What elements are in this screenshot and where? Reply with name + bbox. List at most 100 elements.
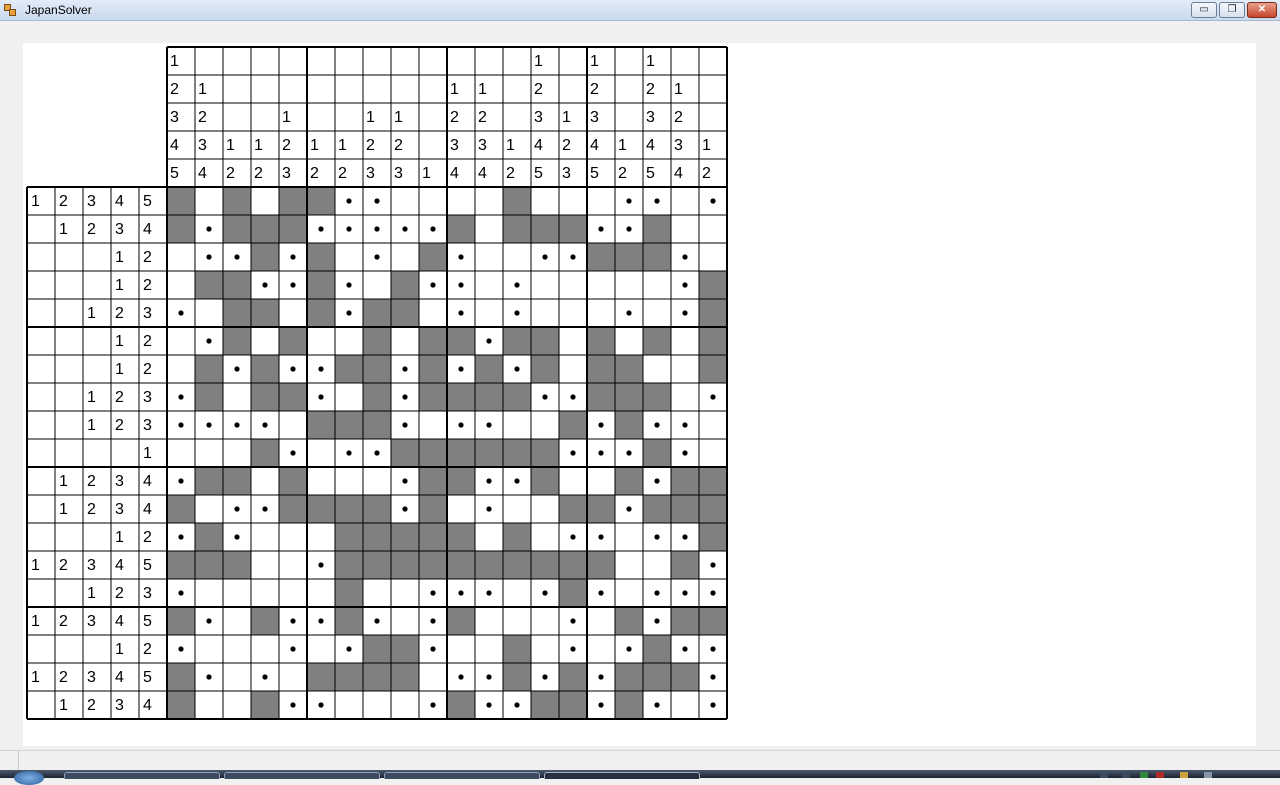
grid-cell[interactable]	[643, 215, 671, 243]
grid-cell[interactable]	[251, 579, 279, 607]
title-bar[interactable]: JapanSolver ▭ ❐ ✕	[0, 0, 1280, 21]
grid-cell[interactable]	[531, 271, 559, 299]
grid-cell[interactable]	[671, 551, 699, 579]
grid-cell[interactable]	[223, 271, 251, 299]
grid-cell[interactable]	[363, 271, 391, 299]
grid-cell[interactable]	[419, 383, 447, 411]
grid-cell[interactable]	[167, 551, 195, 579]
grid-cell[interactable]	[223, 663, 251, 691]
grid-cell[interactable]	[363, 495, 391, 523]
grid-cell[interactable]	[363, 523, 391, 551]
grid-cell[interactable]	[391, 439, 419, 467]
tray-icon[interactable]	[1122, 772, 1130, 778]
grid-cell[interactable]	[615, 579, 643, 607]
grid-cell[interactable]	[671, 607, 699, 635]
grid-cell[interactable]	[531, 495, 559, 523]
grid-cell[interactable]	[223, 215, 251, 243]
grid-cell[interactable]	[251, 607, 279, 635]
grid-cell[interactable]	[419, 551, 447, 579]
grid-cell[interactable]	[251, 439, 279, 467]
grid-cell[interactable]	[279, 215, 307, 243]
grid-cell[interactable]	[335, 243, 363, 271]
grid-cell[interactable]	[447, 551, 475, 579]
grid-cell[interactable]	[615, 691, 643, 719]
grid-cell[interactable]	[475, 355, 503, 383]
grid-cell[interactable]	[587, 383, 615, 411]
grid-cell[interactable]	[587, 495, 615, 523]
grid-cell[interactable]	[251, 299, 279, 327]
grid-cell[interactable]	[559, 215, 587, 243]
grid-cell[interactable]	[279, 411, 307, 439]
grid-cell[interactable]	[419, 439, 447, 467]
grid-cell[interactable]	[391, 691, 419, 719]
grid-cell[interactable]	[447, 607, 475, 635]
grid-cell[interactable]	[615, 355, 643, 383]
grid-cell[interactable]	[363, 635, 391, 663]
grid-cell[interactable]	[643, 551, 671, 579]
grid-cell[interactable]	[307, 327, 335, 355]
grid-cell[interactable]	[531, 607, 559, 635]
grid-cell[interactable]	[251, 467, 279, 495]
grid-cell[interactable]	[475, 271, 503, 299]
grid-cell[interactable]	[643, 663, 671, 691]
grid-cell[interactable]	[475, 439, 503, 467]
grid-cell[interactable]	[671, 663, 699, 691]
tray-icon[interactable]	[1100, 772, 1108, 778]
grid-cell[interactable]	[699, 215, 727, 243]
grid-cell[interactable]	[475, 383, 503, 411]
grid-cell[interactable]	[643, 243, 671, 271]
grid-cell[interactable]	[699, 523, 727, 551]
grid-cell[interactable]	[587, 467, 615, 495]
grid-cell[interactable]	[587, 635, 615, 663]
grid-cell[interactable]	[447, 439, 475, 467]
grid-cell[interactable]	[195, 187, 223, 215]
grid-cell[interactable]	[335, 467, 363, 495]
grid-cell[interactable]	[643, 383, 671, 411]
grid-cell[interactable]	[671, 355, 699, 383]
grid-cell[interactable]	[363, 411, 391, 439]
grid-cell[interactable]	[335, 551, 363, 579]
grid-cell[interactable]	[531, 187, 559, 215]
grid-cell[interactable]	[503, 187, 531, 215]
grid-cell[interactable]	[531, 299, 559, 327]
grid-cell[interactable]	[279, 467, 307, 495]
grid-cell[interactable]	[643, 271, 671, 299]
grid-cell[interactable]	[559, 663, 587, 691]
grid-cell[interactable]	[671, 691, 699, 719]
grid-cell[interactable]	[167, 243, 195, 271]
grid-cell[interactable]	[475, 299, 503, 327]
grid-cell[interactable]	[279, 579, 307, 607]
grid-cell[interactable]	[279, 327, 307, 355]
grid-cell[interactable]	[447, 523, 475, 551]
app-icon[interactable]	[4, 4, 16, 16]
grid-cell[interactable]	[223, 383, 251, 411]
grid-cell[interactable]	[503, 551, 531, 579]
grid-cell[interactable]	[391, 579, 419, 607]
grid-cell[interactable]	[447, 691, 475, 719]
grid-cell[interactable]	[587, 243, 615, 271]
grid-cell[interactable]	[419, 355, 447, 383]
grid-cell[interactable]	[419, 495, 447, 523]
grid-cell[interactable]	[699, 411, 727, 439]
grid-cell[interactable]	[419, 523, 447, 551]
grid-cell[interactable]	[587, 327, 615, 355]
grid-cell[interactable]	[587, 551, 615, 579]
grid-cell[interactable]	[559, 271, 587, 299]
close-button[interactable]: ✕	[1247, 2, 1277, 18]
grid-cell[interactable]	[195, 467, 223, 495]
grid-cell[interactable]	[195, 439, 223, 467]
grid-cell[interactable]	[671, 467, 699, 495]
minimize-button[interactable]: ▭	[1191, 2, 1217, 18]
grid-cell[interactable]	[531, 411, 559, 439]
grid-cell[interactable]	[335, 411, 363, 439]
tray-icon[interactable]	[1156, 772, 1164, 778]
grid-cell[interactable]	[391, 635, 419, 663]
grid-cell[interactable]	[279, 523, 307, 551]
grid-cell[interactable]	[391, 663, 419, 691]
grid-cell[interactable]	[531, 327, 559, 355]
grid-cell[interactable]	[447, 467, 475, 495]
grid-cell[interactable]	[559, 551, 587, 579]
grid-cell[interactable]	[167, 271, 195, 299]
grid-cell[interactable]	[531, 523, 559, 551]
grid-cell[interactable]	[475, 635, 503, 663]
